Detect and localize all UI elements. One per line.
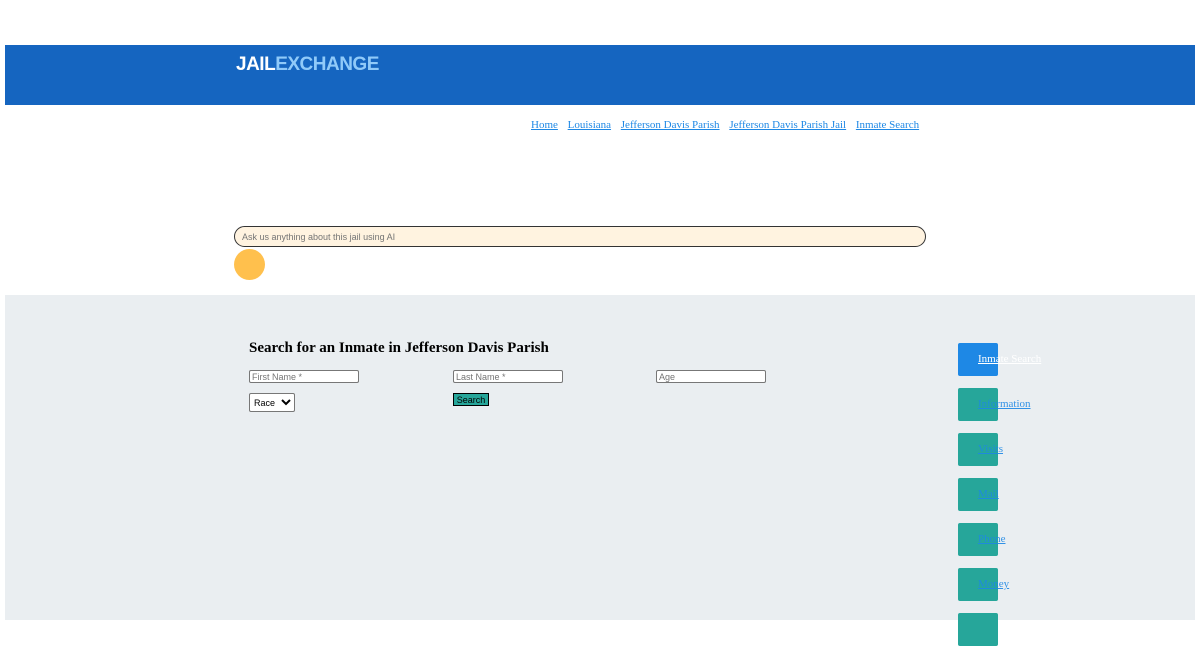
- breadcrumb-inmate-search[interactable]: Inmate Search: [856, 119, 919, 131]
- side-nav-phone[interactable]: Phone: [958, 523, 1006, 556]
- age-input[interactable]: [656, 370, 766, 383]
- breadcrumb-parish[interactable]: Jefferson Davis Parish: [621, 119, 720, 131]
- page-title: Search for an Inmate in Jefferson Davis …: [249, 340, 549, 356]
- search-button[interactable]: Search: [453, 393, 489, 406]
- breadcrumb-louisiana[interactable]: Louisiana: [568, 119, 611, 131]
- breadcrumb: Home Louisiana Jefferson Davis Parish Je…: [531, 119, 926, 131]
- last-name-input[interactable]: [453, 370, 563, 383]
- side-nav-money[interactable]: Money: [958, 568, 1009, 601]
- ai-submit-button[interactable]: [234, 249, 265, 280]
- site-header: JAILEXCHANGE: [5, 45, 1195, 105]
- main-section: [5, 295, 1195, 620]
- side-nav-inmate-search[interactable]: Inmate Search: [958, 343, 1041, 376]
- breadcrumb-home[interactable]: Home: [531, 119, 558, 131]
- side-nav-more[interactable]: [958, 613, 998, 646]
- race-select[interactable]: Race: [249, 393, 295, 412]
- first-name-input[interactable]: [249, 370, 359, 383]
- ai-question-input[interactable]: [234, 226, 926, 247]
- side-nav-mail[interactable]: Mail: [958, 478, 999, 511]
- side-nav-information[interactable]: Information: [958, 388, 1031, 421]
- side-nav-visits[interactable]: Visits: [958, 433, 1003, 466]
- jailexchange-logo[interactable]: JAILEXCHANGE: [236, 54, 379, 76]
- breadcrumb-jail[interactable]: Jefferson Davis Parish Jail: [729, 119, 846, 131]
